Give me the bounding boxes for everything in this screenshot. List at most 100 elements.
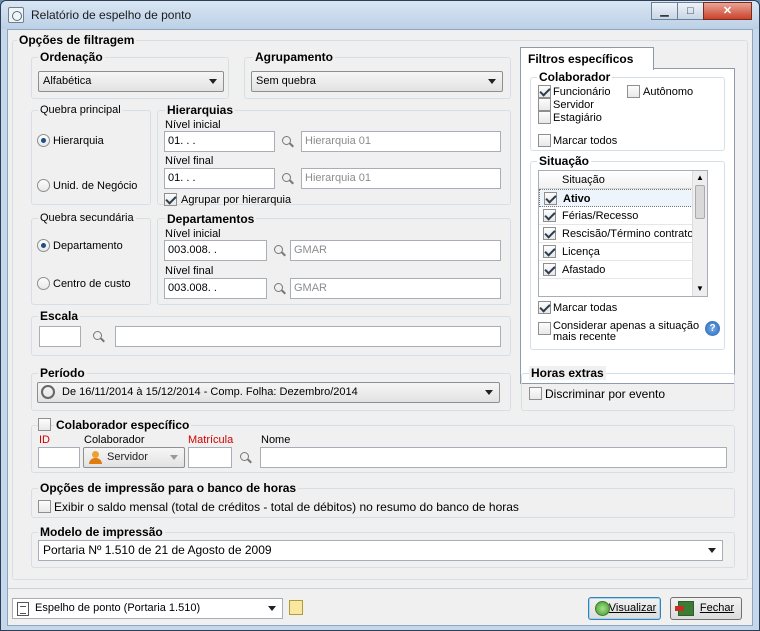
row-checkbox[interactable] (544, 192, 557, 205)
periodo-select[interactable]: De 16/11/2014 à 15/12/2014 - Comp. Folha… (37, 382, 500, 403)
banco-horas-label: Opções de impressão para o banco de hora… (38, 481, 299, 495)
search-icon[interactable] (273, 282, 287, 296)
dep-final-desc-input[interactable]: GMAR (290, 278, 501, 299)
chevron-down-icon (170, 455, 178, 460)
radio-hierarquia-label: Hierarquia (53, 135, 104, 147)
agrupamento-select[interactable]: Sem quebra (251, 71, 503, 92)
colaborador-filter-label: Colaborador (537, 70, 613, 84)
window-title: Relatório de espelho de ponto (31, 8, 192, 22)
app-icon (8, 7, 24, 23)
list-header-label: Situação (562, 174, 605, 186)
list-item[interactable]: Ativo (539, 189, 693, 207)
radio-departamento[interactable] (37, 239, 50, 252)
tab-filtros-especificos[interactable]: Filtros específicos (520, 47, 654, 70)
search-icon[interactable] (281, 135, 295, 149)
edit-report-icon[interactable] (289, 600, 303, 615)
list-item[interactable]: Licença (539, 243, 693, 261)
hier-inicial-code-input[interactable]: 01. . . (164, 131, 275, 152)
footer-divider (8, 588, 752, 589)
visualizar-button[interactable]: Visualizar (588, 597, 661, 620)
radio-hierarquia[interactable] (37, 134, 50, 147)
close-button[interactable]: ✕ (703, 2, 752, 20)
exibir-saldo-checkbox[interactable] (38, 500, 51, 513)
servidor-label: Servidor (553, 99, 594, 111)
funcionario-label: Funcionário (553, 86, 611, 98)
chevron-down-icon (708, 548, 716, 553)
departamentos-label: Departamentos (165, 212, 257, 226)
window: Relatório de espelho de ponto ▁ □ ✕ Opçõ… (0, 0, 760, 631)
search-icon[interactable] (239, 451, 253, 465)
considerar-checkbox[interactable] (538, 322, 551, 335)
hier-inicial-desc-input[interactable]: Hierarquia 01 (301, 131, 501, 152)
list-scrollbar[interactable]: ▲ ▼ (692, 171, 707, 296)
ordenacao-value: Alfabética (43, 75, 92, 87)
report-select[interactable]: Espelho de ponto (Portaria 1.510) (12, 598, 283, 619)
list-item[interactable]: Afastado (539, 261, 693, 279)
marcar-todas-checkbox[interactable] (538, 301, 551, 314)
hier-final-code-input[interactable]: 01. . . (164, 168, 275, 189)
chevron-down-icon (268, 606, 276, 611)
hier-final-desc-input[interactable]: Hierarquia 01 (301, 168, 501, 189)
colaborador-type-select[interactable]: Servidor (83, 447, 185, 468)
chevron-down-icon (485, 390, 493, 395)
horas-extras-label: Horas extras (529, 366, 606, 380)
row-checkbox[interactable] (543, 227, 556, 240)
row-checkbox[interactable] (543, 263, 556, 276)
scroll-down-icon[interactable]: ▼ (696, 284, 704, 293)
matricula-input[interactable] (188, 447, 232, 468)
situacao-list[interactable]: Situação Ativo Férias/Recesso Rescisão/T… (538, 170, 708, 297)
agrupar-hierarquia-checkbox[interactable] (164, 193, 177, 206)
marcar-todos-checkbox[interactable] (538, 134, 551, 147)
discriminar-label: Discriminar por evento (545, 387, 666, 401)
check-icon (595, 601, 610, 616)
dep-final-code-input[interactable]: 003.008. . (164, 278, 267, 299)
colaborador-especifico-checkbox[interactable] (38, 418, 51, 431)
autonomo-checkbox[interactable] (627, 85, 640, 98)
row-label: Rescisão/Término contrato (562, 228, 694, 240)
id-input[interactable] (38, 447, 80, 468)
dep-inicial-code-input[interactable]: 003.008. . (164, 240, 267, 261)
discriminar-checkbox[interactable] (529, 387, 542, 400)
dep-inicial-desc-input[interactable]: GMAR (290, 240, 501, 261)
ordenacao-select[interactable]: Alfabética (38, 71, 224, 92)
title-bar[interactable]: Relatório de espelho de ponto ▁ □ ✕ (1, 1, 759, 29)
search-icon[interactable] (273, 244, 287, 258)
agrupamento-label: Agrupamento (253, 50, 335, 64)
radio-centro-custo[interactable] (37, 277, 50, 290)
row-checkbox[interactable] (543, 209, 556, 222)
hier-final-label: Nível final (165, 155, 214, 167)
situacao-label: Situação (537, 154, 592, 168)
funcionario-checkbox[interactable] (538, 85, 551, 98)
id-label: ID (39, 434, 50, 446)
modelo-label: Modelo de impressão (38, 525, 165, 539)
minimize-button[interactable]: ▁ (651, 2, 678, 20)
list-item[interactable]: Rescisão/Término contrato (539, 225, 693, 243)
hierarquias-label: Hierarquias (165, 103, 236, 117)
search-icon[interactable] (281, 172, 295, 186)
estagiario-checkbox[interactable] (538, 111, 551, 124)
help-icon[interactable]: ? (705, 321, 720, 336)
marcar-todos-label: Marcar todos (553, 135, 618, 147)
report-icon (17, 602, 29, 616)
scroll-thumb[interactable] (695, 185, 705, 219)
radio-unid-negocio[interactable] (37, 179, 50, 192)
chevron-down-icon (488, 79, 496, 84)
marcar-todas-label: Marcar todas (553, 302, 618, 314)
modelo-select[interactable]: Portaria Nº 1.510 de 21 de Agosto de 200… (38, 540, 723, 561)
scroll-up-icon[interactable]: ▲ (696, 173, 704, 182)
fechar-button[interactable]: Fechar (670, 597, 742, 620)
escala-code-input[interactable] (39, 326, 81, 347)
modelo-value: Portaria Nº 1.510 de 21 de Agosto de 200… (43, 543, 272, 557)
radio-departamento-label: Departamento (53, 240, 123, 252)
exibir-saldo-label: Exibir o saldo mensal (total de créditos… (54, 500, 519, 514)
maximize-button[interactable]: □ (677, 2, 704, 20)
servidor-checkbox[interactable] (538, 98, 551, 111)
escala-desc-input[interactable] (115, 326, 501, 347)
matricula-label: Matrícula (188, 434, 234, 446)
list-item[interactable]: Férias/Recesso (539, 207, 693, 225)
row-label: Licença (562, 246, 600, 258)
search-icon[interactable] (92, 330, 106, 344)
row-checkbox[interactable] (543, 245, 556, 258)
nome-input[interactable] (260, 447, 727, 468)
estagiario-label: Estagiário (553, 112, 602, 124)
